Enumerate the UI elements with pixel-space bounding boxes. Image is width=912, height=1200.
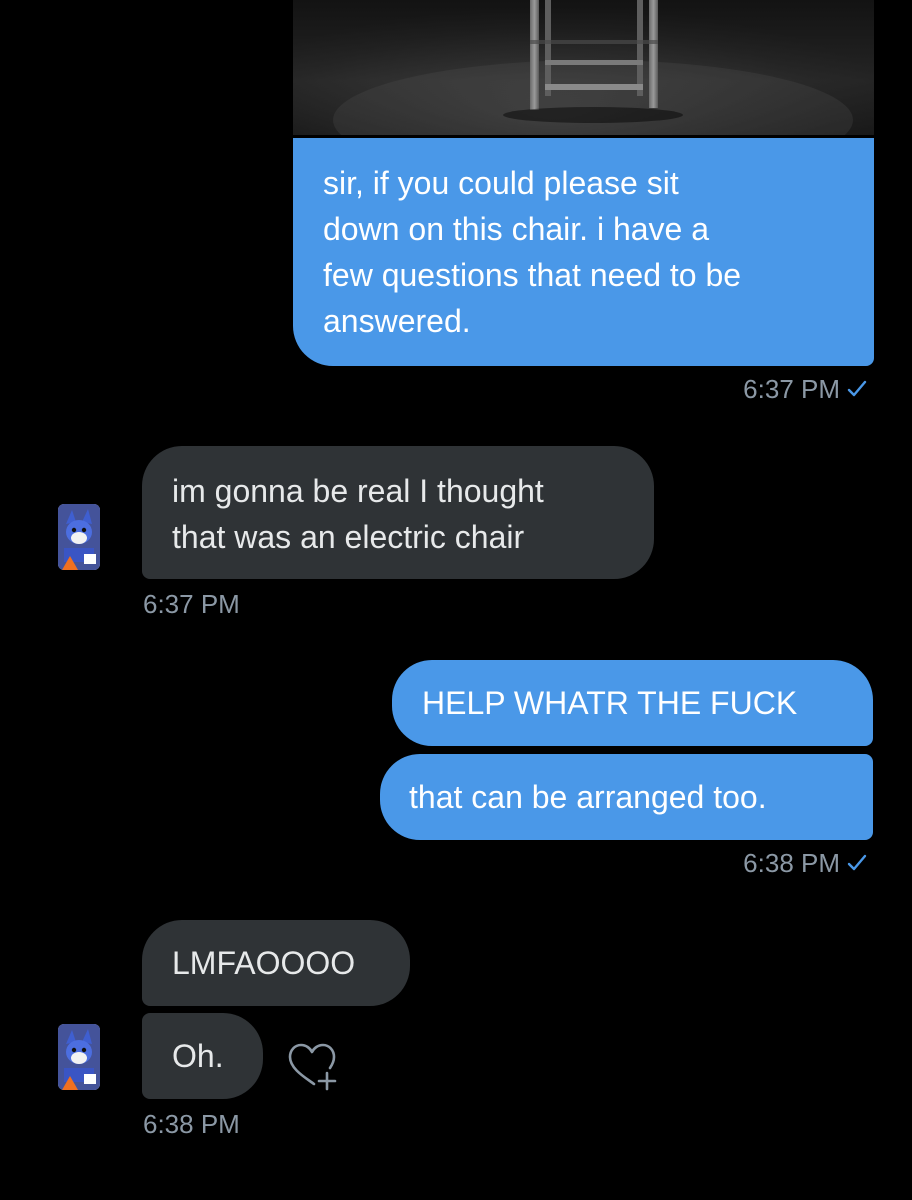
avatar-image [58, 504, 100, 570]
message-timestamp: 6:37 PM [743, 374, 868, 404]
contact-avatar[interactable] [58, 1024, 100, 1090]
timestamp-text: 6:37 PM [743, 374, 840, 404]
outgoing-message-bubble[interactable]: that can be arranged too. [380, 754, 873, 840]
timestamp-text: 6:37 PM [143, 589, 240, 619]
avatar-image [58, 1024, 100, 1090]
message-timestamp: 6:37 PM [143, 589, 240, 619]
message-text: LMFAOOOO [172, 945, 356, 981]
timestamp-text: 6:38 PM [143, 1109, 240, 1139]
message-timestamp: 6:38 PM [143, 1109, 240, 1139]
check-icon [847, 380, 867, 397]
message-text-line: im gonna be real I thought [172, 473, 544, 509]
message-timestamp: 6:38 PM [743, 848, 868, 878]
chair-photo-graphic [293, 0, 874, 135]
message-text-line: down on this chair. i have a [323, 211, 710, 247]
message-text-line: few questions that need to be [323, 257, 742, 293]
outgoing-message-bubble[interactable]: sir, if you could please sit down on thi… [293, 138, 874, 366]
message-text-line: answered. [323, 303, 471, 339]
check-icon [847, 854, 867, 871]
incoming-message-bubble[interactable]: LMFAOOOO [142, 920, 410, 1006]
timestamp-text: 6:38 PM [743, 848, 840, 878]
message-text-line: that was an electric chair [172, 519, 525, 555]
add-reaction-button[interactable] [284, 1040, 342, 1096]
add-reaction-icon [288, 1043, 337, 1091]
incoming-message-bubble[interactable]: im gonna be real I thought that was an e… [142, 446, 654, 579]
message-photo-attachment[interactable] [293, 0, 874, 135]
contact-avatar[interactable] [58, 504, 100, 570]
incoming-message-bubble[interactable]: Oh. [142, 1013, 263, 1099]
message-text-line: sir, if you could please sit [323, 165, 679, 201]
outgoing-message-bubble[interactable]: HELP WHATR THE FUCK [392, 660, 873, 746]
message-text: that can be arranged too. [409, 779, 767, 815]
message-text: HELP WHATR THE FUCK [422, 685, 798, 721]
message-text: Oh. [172, 1038, 224, 1074]
